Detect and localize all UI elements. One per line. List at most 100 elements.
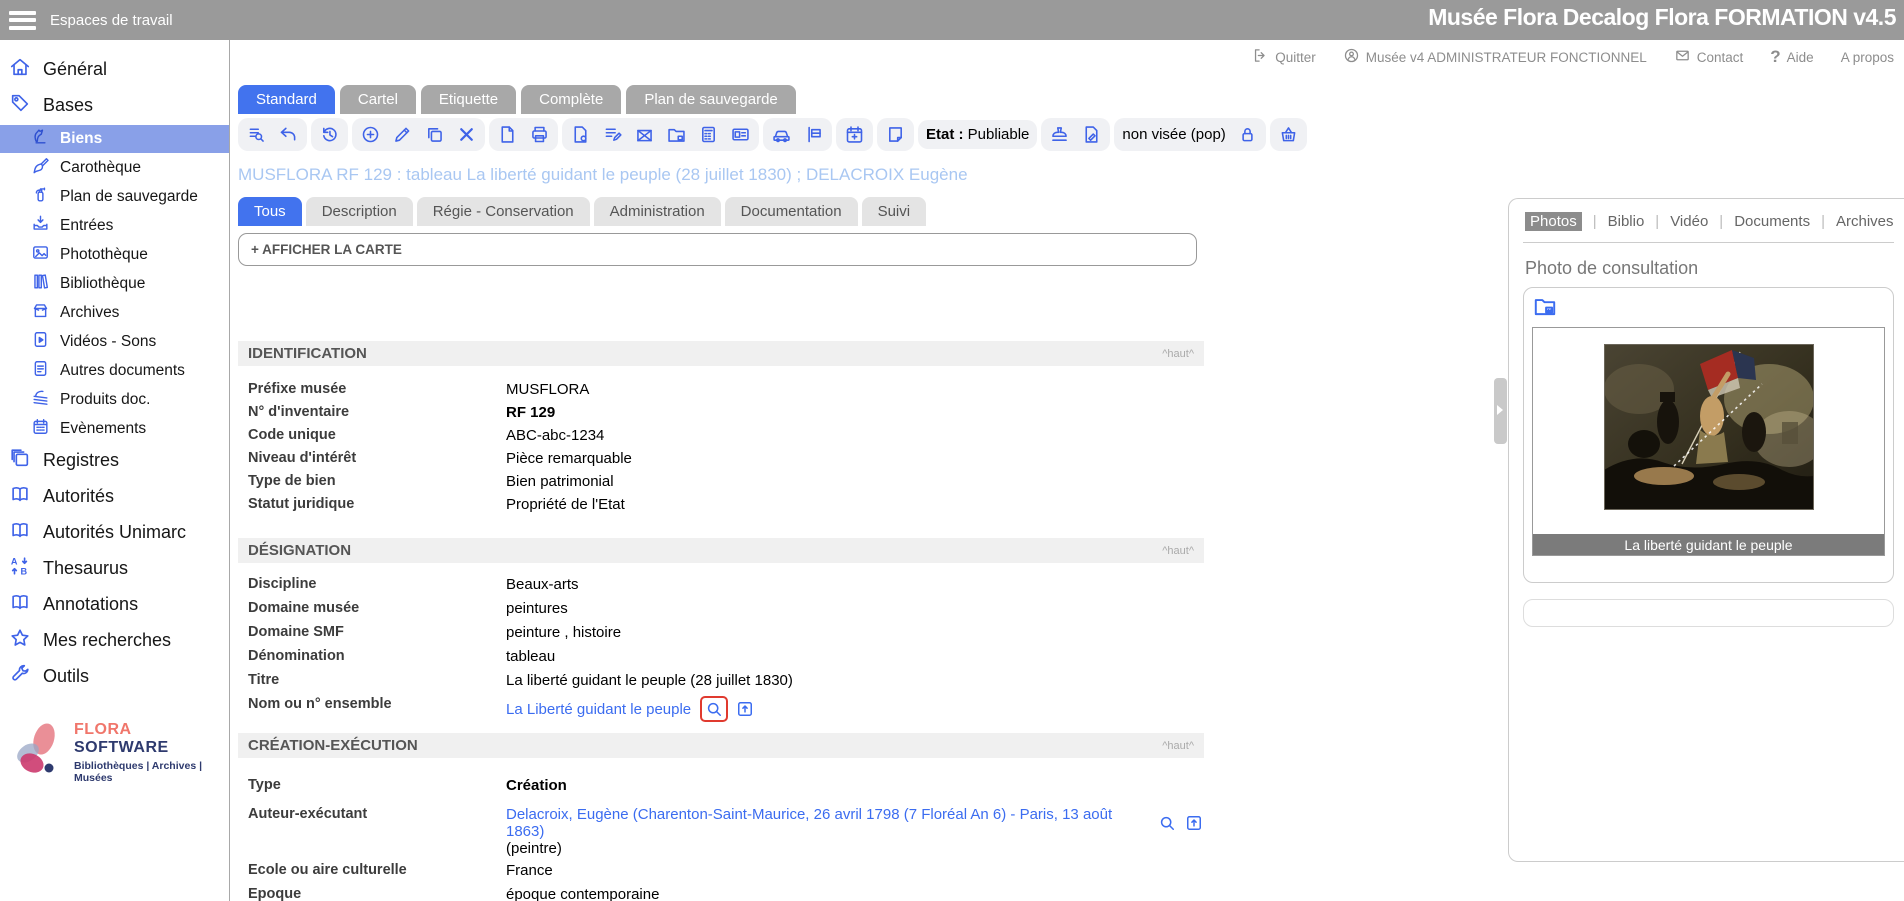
sidebar-item-carotheque[interactable]: Carothèque <box>0 154 229 182</box>
print-icon[interactable] <box>529 124 550 145</box>
contact-button[interactable]: Contact <box>1674 47 1744 67</box>
sign-document-icon[interactable] <box>1081 124 1102 145</box>
sidebar-item-outils[interactable]: Outils <box>0 660 229 693</box>
books-icon <box>31 272 50 296</box>
quit-label: Quitter <box>1275 50 1316 65</box>
wrench-icon <box>9 663 31 690</box>
tab-etiquette[interactable]: Etiquette <box>421 85 516 114</box>
undo-icon[interactable] <box>278 124 299 145</box>
tab-cartel[interactable]: Cartel <box>340 85 416 114</box>
ensemble-link[interactable]: La Liberté guidant le peuple <box>506 701 691 718</box>
open-record-icon[interactable] <box>1184 813 1204 833</box>
sidebar-item-autorites-unimarc[interactable]: Autorités Unimarc <box>0 516 229 549</box>
sidebar-item-biens[interactable]: Biens <box>0 125 229 153</box>
artwork-thumbnail[interactable] <box>1604 344 1814 555</box>
sidebar-item-annotations[interactable]: Annotations <box>0 588 229 621</box>
archive-box-icon <box>31 301 50 325</box>
id-card-icon[interactable] <box>730 124 751 145</box>
show-map-toggle[interactable]: + AFFICHER LA CARTE <box>238 233 1197 266</box>
tag-icon <box>9 92 31 119</box>
flora-app-window: Espaces de travail Musée Flora Decalog F… <box>0 0 1904 901</box>
sidebar-item-registres[interactable]: Registres <box>0 444 229 477</box>
sidebar-item-bases[interactable]: Bases <box>0 89 229 122</box>
tab-photos[interactable]: Photos <box>1525 212 1582 231</box>
search-icon[interactable] <box>704 699 724 719</box>
sidebar-item-label: Autres documents <box>60 362 185 380</box>
field-value: RF 129 <box>506 404 555 421</box>
sidebar-item-phototheque[interactable]: Photothèque <box>0 241 229 269</box>
edit-icon[interactable] <box>392 124 413 145</box>
sidebar-item-evenements[interactable]: Evènements <box>0 415 229 443</box>
record-header: MUSFLORA RF 129 : tableau La liberté gui… <box>238 165 968 185</box>
back-to-top-link[interactable]: ^haut^ <box>1162 545 1194 557</box>
tab-separator <box>1719 213 1723 230</box>
sidebar-item-plan-sauvegarde[interactable]: Plan de sauvegarde <box>0 183 229 211</box>
help-button[interactable]: Aide <box>1770 47 1813 67</box>
history-icon[interactable] <box>319 124 340 145</box>
tab-biblio[interactable]: Biblio <box>1608 213 1645 230</box>
record-list-icon[interactable] <box>246 124 267 145</box>
sidebar-item-autres-documents[interactable]: Autres documents <box>0 357 229 385</box>
search-icon[interactable] <box>1157 813 1177 833</box>
sidebar-item-archives[interactable]: Archives <box>0 299 229 327</box>
tab-video[interactable]: Vidéo <box>1670 213 1708 230</box>
field-label: N° d'inventaire <box>238 404 506 420</box>
back-to-top-link[interactable]: ^haut^ <box>1162 740 1194 752</box>
sidebar-item-mes-recherches[interactable]: Mes recherches <box>0 624 229 657</box>
tab-regie-conservation[interactable]: Régie - Conservation <box>417 197 590 226</box>
crate-icon[interactable] <box>803 124 824 145</box>
tab-tous[interactable]: Tous <box>238 197 302 226</box>
folder-export-icon[interactable] <box>666 124 687 145</box>
sidebar-item-label: Bases <box>43 95 93 116</box>
open-book-icon <box>9 519 31 546</box>
collapsed-media-card[interactable] <box>1523 599 1894 627</box>
workspace-label[interactable]: Espaces de travail <box>50 12 173 29</box>
extinguisher-icon <box>31 185 50 209</box>
basket-icon[interactable] <box>1278 124 1299 145</box>
tab-complete[interactable]: Complète <box>521 85 621 114</box>
stamp-icon[interactable] <box>1049 124 1070 145</box>
delete-icon[interactable] <box>456 124 477 145</box>
new-document-icon[interactable] <box>497 124 518 145</box>
author-link[interactable]: Delacroix, Eugène (Charenton-Saint-Mauri… <box>506 806 1150 840</box>
copy-icon[interactable] <box>424 124 445 145</box>
sidebar-item-entrees[interactable]: Entrées <box>0 212 229 240</box>
package-icon[interactable] <box>634 124 655 145</box>
calendar-add-icon[interactable] <box>844 124 865 145</box>
sidebar-item-autorites[interactable]: Autorités <box>0 480 229 513</box>
back-to-top-link[interactable]: ^haut^ <box>1162 348 1194 360</box>
sidebar-item-thesaurus[interactable]: AB Thesaurus <box>0 552 229 585</box>
tab-documentation[interactable]: Documentation <box>725 197 858 226</box>
field-label: Dénomination <box>238 648 506 664</box>
vehicle-icon[interactable] <box>771 124 792 145</box>
add-icon[interactable] <box>360 124 381 145</box>
tab-plan-de-sauvegarde[interactable]: Plan de sauvegarde <box>626 85 795 114</box>
visa-status[interactable]: non visée (pop) <box>1122 126 1225 143</box>
section-creation-execution: CRÉATION-EXÉCUTION ^haut^ TypeCréation A… <box>238 733 1204 901</box>
quit-button[interactable]: Quitter <box>1252 47 1316 67</box>
sidebar-item-videos-sons[interactable]: Vidéos - Sons <box>0 328 229 356</box>
sidebar-item-produits-doc[interactable]: Produits doc. <box>0 386 229 414</box>
sidebar-item-general[interactable]: Général <box>0 53 229 86</box>
sidebar-item-label: Autorités Unimarc <box>43 522 186 543</box>
tab-standard[interactable]: Standard <box>238 85 335 114</box>
etat-field[interactable]: Etat : Publiable <box>926 126 1029 143</box>
open-record-icon[interactable] <box>735 699 755 719</box>
hamburger-icon[interactable] <box>9 11 36 30</box>
user-menu[interactable]: Musée v4 ADMINISTRATEUR FONCTIONNEL <box>1343 47 1647 67</box>
tab-description[interactable]: Description <box>306 197 413 226</box>
sidebar-item-bibliotheque[interactable]: Bibliothèque <box>0 270 229 298</box>
etat-value: Publiable <box>968 126 1030 143</box>
tab-suivi[interactable]: Suivi <box>862 197 927 226</box>
lock-icon[interactable] <box>1237 124 1258 145</box>
note-icon[interactable] <box>885 124 906 145</box>
about-button[interactable]: A propos <box>1841 50 1894 65</box>
attach-document-icon[interactable] <box>570 124 591 145</box>
tab-documents[interactable]: Documents <box>1734 213 1810 230</box>
tab-archives[interactable]: Archives <box>1836 213 1894 230</box>
tab-administration[interactable]: Administration <box>594 197 721 226</box>
edit-list-icon[interactable] <box>602 124 623 145</box>
panel-collapse-handle[interactable] <box>1494 378 1507 444</box>
form-calc-icon[interactable] <box>698 124 719 145</box>
folder-image-icon[interactable] <box>1532 293 1558 319</box>
